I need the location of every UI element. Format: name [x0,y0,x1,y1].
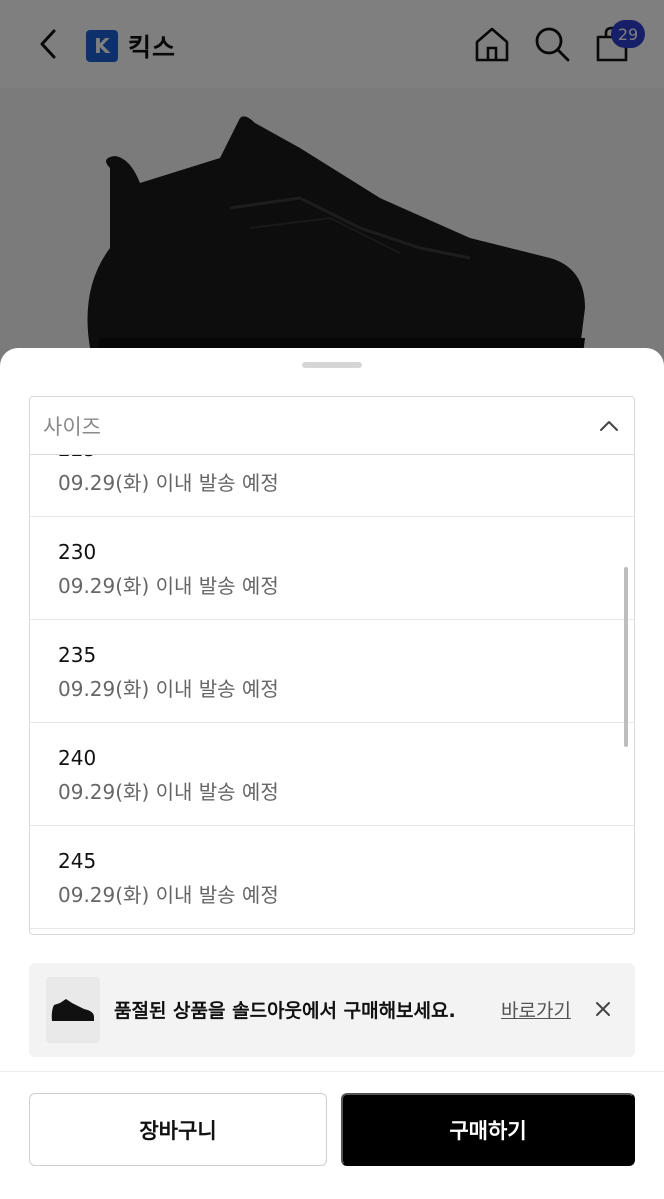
option-bottom-sheet: 사이즈 225 09.29(화) 이내 발송 예정 230 09.29(화) 이… [0,348,664,1199]
shipping-date: 09.29(화) 이내 발송 예정 [58,883,279,907]
size-dropdown-label: 사이즈 [43,414,101,439]
soldout-banner-text: 품절된 상품을 솔드아웃에서 구매해보세요. [114,1000,456,1022]
buy-now-button[interactable]: 구매하기 [341,1093,635,1166]
product-thumbnail [46,977,100,1043]
product-page: K 킥스 29 [0,0,664,1199]
close-icon[interactable] [591,997,615,1021]
size-value: 240 [58,746,97,770]
size-option-list[interactable]: 225 09.29(화) 이내 발송 예정 230 09.29(화) 이내 발송… [30,455,634,934]
size-value: 225 [58,455,634,462]
size-dropdown-header[interactable]: 사이즈 [30,397,634,455]
shipping-date: 09.29(화) 이내 발송 예정 [58,780,279,804]
size-value: 230 [58,540,97,564]
divider [0,1071,664,1072]
soldout-banner: 품절된 상품을 솔드아웃에서 구매해보세요. 바로가기 [29,963,635,1057]
sneaker-thumbnail-image [51,999,94,1021]
size-value: 245 [58,849,97,873]
size-option[interactable]: 245 09.29(화) 이내 발송 예정 [30,826,634,929]
size-option[interactable]: 230 09.29(화) 이내 발송 예정 [30,517,634,620]
sheet-drag-handle[interactable] [302,362,362,368]
size-list-scrollbar[interactable] [624,567,628,747]
size-value: 235 [58,643,97,667]
size-option[interactable]: 235 09.29(화) 이내 발송 예정 [30,620,634,723]
shipping-date: 09.29(화) 이내 발송 예정 [58,471,279,495]
shipping-date: 09.29(화) 이내 발송 예정 [58,574,279,598]
soldout-shortcut-link[interactable]: 바로가기 [501,996,571,1023]
add-to-cart-button[interactable]: 장바구니 [29,1093,327,1166]
size-option[interactable]: 225 09.29(화) 이내 발송 예정 [30,455,634,517]
size-option[interactable]: 240 09.29(화) 이내 발송 예정 [30,723,634,826]
size-selector: 사이즈 225 09.29(화) 이내 발송 예정 230 09.29(화) 이… [29,396,635,935]
shipping-date: 09.29(화) 이내 발송 예정 [58,677,279,701]
chevron-up-icon [600,421,618,431]
